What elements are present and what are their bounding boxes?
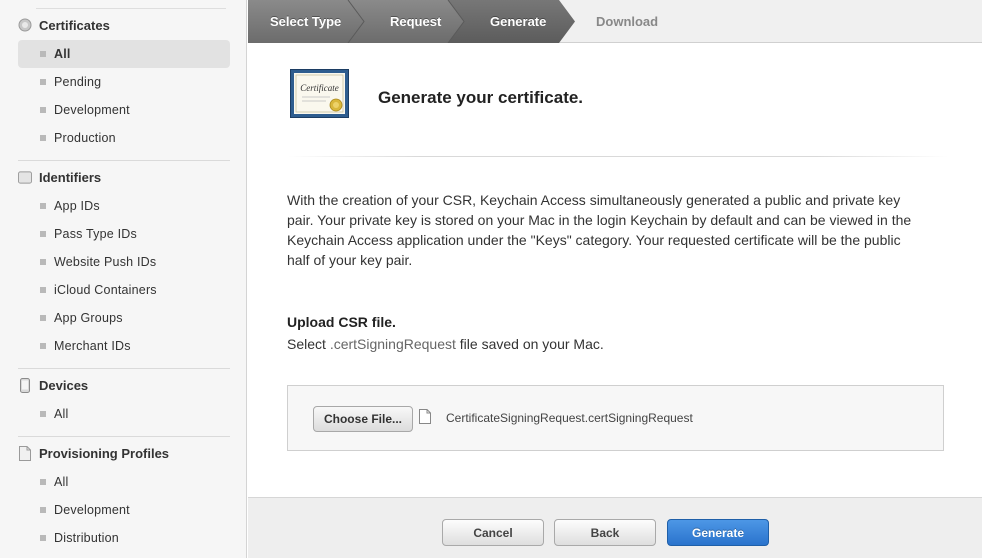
sidebar-header-identifiers[interactable]: Identifiers xyxy=(18,167,101,187)
page-title: Generate your certificate. xyxy=(378,88,584,107)
sidebar-item-website-push-ids[interactable]: Website Push IDs xyxy=(18,248,230,276)
sidebar-item-label: Pass Type IDs xyxy=(54,227,137,241)
sidebar-divider xyxy=(18,436,230,437)
bullet-icon xyxy=(40,203,46,209)
sidebar-header-label: Provisioning Profiles xyxy=(39,445,170,461)
sidebar-item-label: All xyxy=(54,47,71,61)
bullet-icon xyxy=(40,79,46,85)
certificate-seal-icon xyxy=(18,18,32,32)
sidebar-item-app-ids[interactable]: App IDs xyxy=(18,192,230,220)
sidebar-item-profiles-distribution[interactable]: Distribution xyxy=(18,524,230,552)
step-generate: Generate xyxy=(490,14,547,29)
bullet-icon xyxy=(40,107,46,113)
sidebar-item-certificates-all[interactable]: All xyxy=(18,40,230,68)
sidebar-item-app-groups[interactable]: App Groups xyxy=(18,304,230,332)
sidebar-item-label: Website Push IDs xyxy=(54,255,157,269)
sidebar-header-certificates[interactable]: Certificates xyxy=(18,15,110,35)
sidebar-item-devices-all[interactable]: All xyxy=(18,400,230,428)
sidebar: Certificates All Pending Development Pro… xyxy=(0,0,247,558)
generate-button[interactable]: Generate xyxy=(667,519,769,546)
sidebar-item-label: All xyxy=(54,407,69,421)
sidebar-item-profiles-development[interactable]: Development xyxy=(18,496,230,524)
sidebar-item-label: Merchant IDs xyxy=(54,339,131,353)
cancel-button[interactable]: Cancel xyxy=(442,519,544,546)
description-text: With the creation of your CSR, Keychain … xyxy=(287,192,912,268)
sidebar-item-pass-type-ids[interactable]: Pass Type IDs xyxy=(18,220,230,248)
progress-steps-bar: Select Type Request Generate Download xyxy=(248,0,982,43)
document-icon xyxy=(18,445,32,461)
upload-sub-prefix: Select xyxy=(287,336,330,352)
bullet-icon xyxy=(40,411,46,417)
certificate-badge-text: Certificate xyxy=(300,83,339,93)
footer-action-bar: Cancel Back Generate xyxy=(248,497,982,558)
step-request: Request xyxy=(390,14,442,29)
file-icon xyxy=(419,409,431,424)
sidebar-header-label: Identifiers xyxy=(39,169,102,185)
bullet-icon xyxy=(40,479,46,485)
sidebar-item-certificates-pending[interactable]: Pending xyxy=(18,68,230,96)
sidebar-item-label: Production xyxy=(54,131,116,145)
main-content: Certificate Generate your certificate. W… xyxy=(248,44,982,558)
bullet-icon xyxy=(40,135,46,141)
sidebar-item-label: Pending xyxy=(54,75,102,89)
bullet-icon xyxy=(40,535,46,541)
bullet-icon xyxy=(40,231,46,237)
bullet-icon xyxy=(40,287,46,293)
id-badge-icon xyxy=(18,170,32,184)
sidebar-item-label: App IDs xyxy=(54,199,100,213)
back-button[interactable]: Back xyxy=(554,519,656,546)
sidebar-item-certificates-production[interactable]: Production xyxy=(18,124,230,152)
sidebar-divider xyxy=(18,368,230,369)
choose-file-button[interactable]: Choose File... xyxy=(313,406,413,432)
bullet-icon xyxy=(40,507,46,513)
step-select-type: Select Type xyxy=(270,14,342,29)
upload-csr-subtitle: Select .certSigningRequest file saved on… xyxy=(287,336,604,352)
sidebar-item-icloud-containers[interactable]: iCloud Containers xyxy=(18,276,230,304)
bullet-icon xyxy=(40,51,46,57)
sidebar-item-label: All xyxy=(54,475,69,489)
upload-sub-extension: .certSigningRequest xyxy=(329,336,456,352)
upload-csr-title: Upload CSR file. xyxy=(287,314,396,330)
upload-sub-suffix: file saved on your Mac. xyxy=(455,336,604,352)
bullet-icon xyxy=(40,343,46,349)
bullet-icon xyxy=(40,259,46,265)
sidebar-header-label: Certificates xyxy=(39,17,110,33)
bullet-icon xyxy=(40,315,46,321)
sidebar-item-merchant-ids[interactable]: Merchant IDs xyxy=(18,332,230,360)
sidebar-divider xyxy=(18,160,230,161)
sidebar-item-profiles-all[interactable]: All xyxy=(18,468,230,496)
sidebar-item-label: Distribution xyxy=(54,531,119,545)
sidebar-item-label: iCloud Containers xyxy=(54,283,157,297)
file-upload-box: Choose File... CertificateSigningRequest… xyxy=(287,385,944,451)
iphone-icon xyxy=(18,377,32,393)
sidebar-header-devices[interactable]: Devices xyxy=(18,375,88,395)
sidebar-top-divider xyxy=(36,8,226,9)
sidebar-item-label: App Groups xyxy=(54,311,123,325)
step-download: Download xyxy=(596,14,659,29)
sidebar-header-provisioning-profiles[interactable]: Provisioning Profiles xyxy=(18,443,169,463)
sidebar-item-certificates-development[interactable]: Development xyxy=(18,96,230,124)
sidebar-header-label: Devices xyxy=(39,377,89,393)
sidebar-item-label: Development xyxy=(54,103,130,117)
title-divider xyxy=(288,156,948,157)
certificate-icon: Certificate xyxy=(290,69,349,118)
sidebar-item-label: Development xyxy=(54,503,130,517)
selected-file-name: CertificateSigningRequest.certSigningReq… xyxy=(446,411,693,425)
